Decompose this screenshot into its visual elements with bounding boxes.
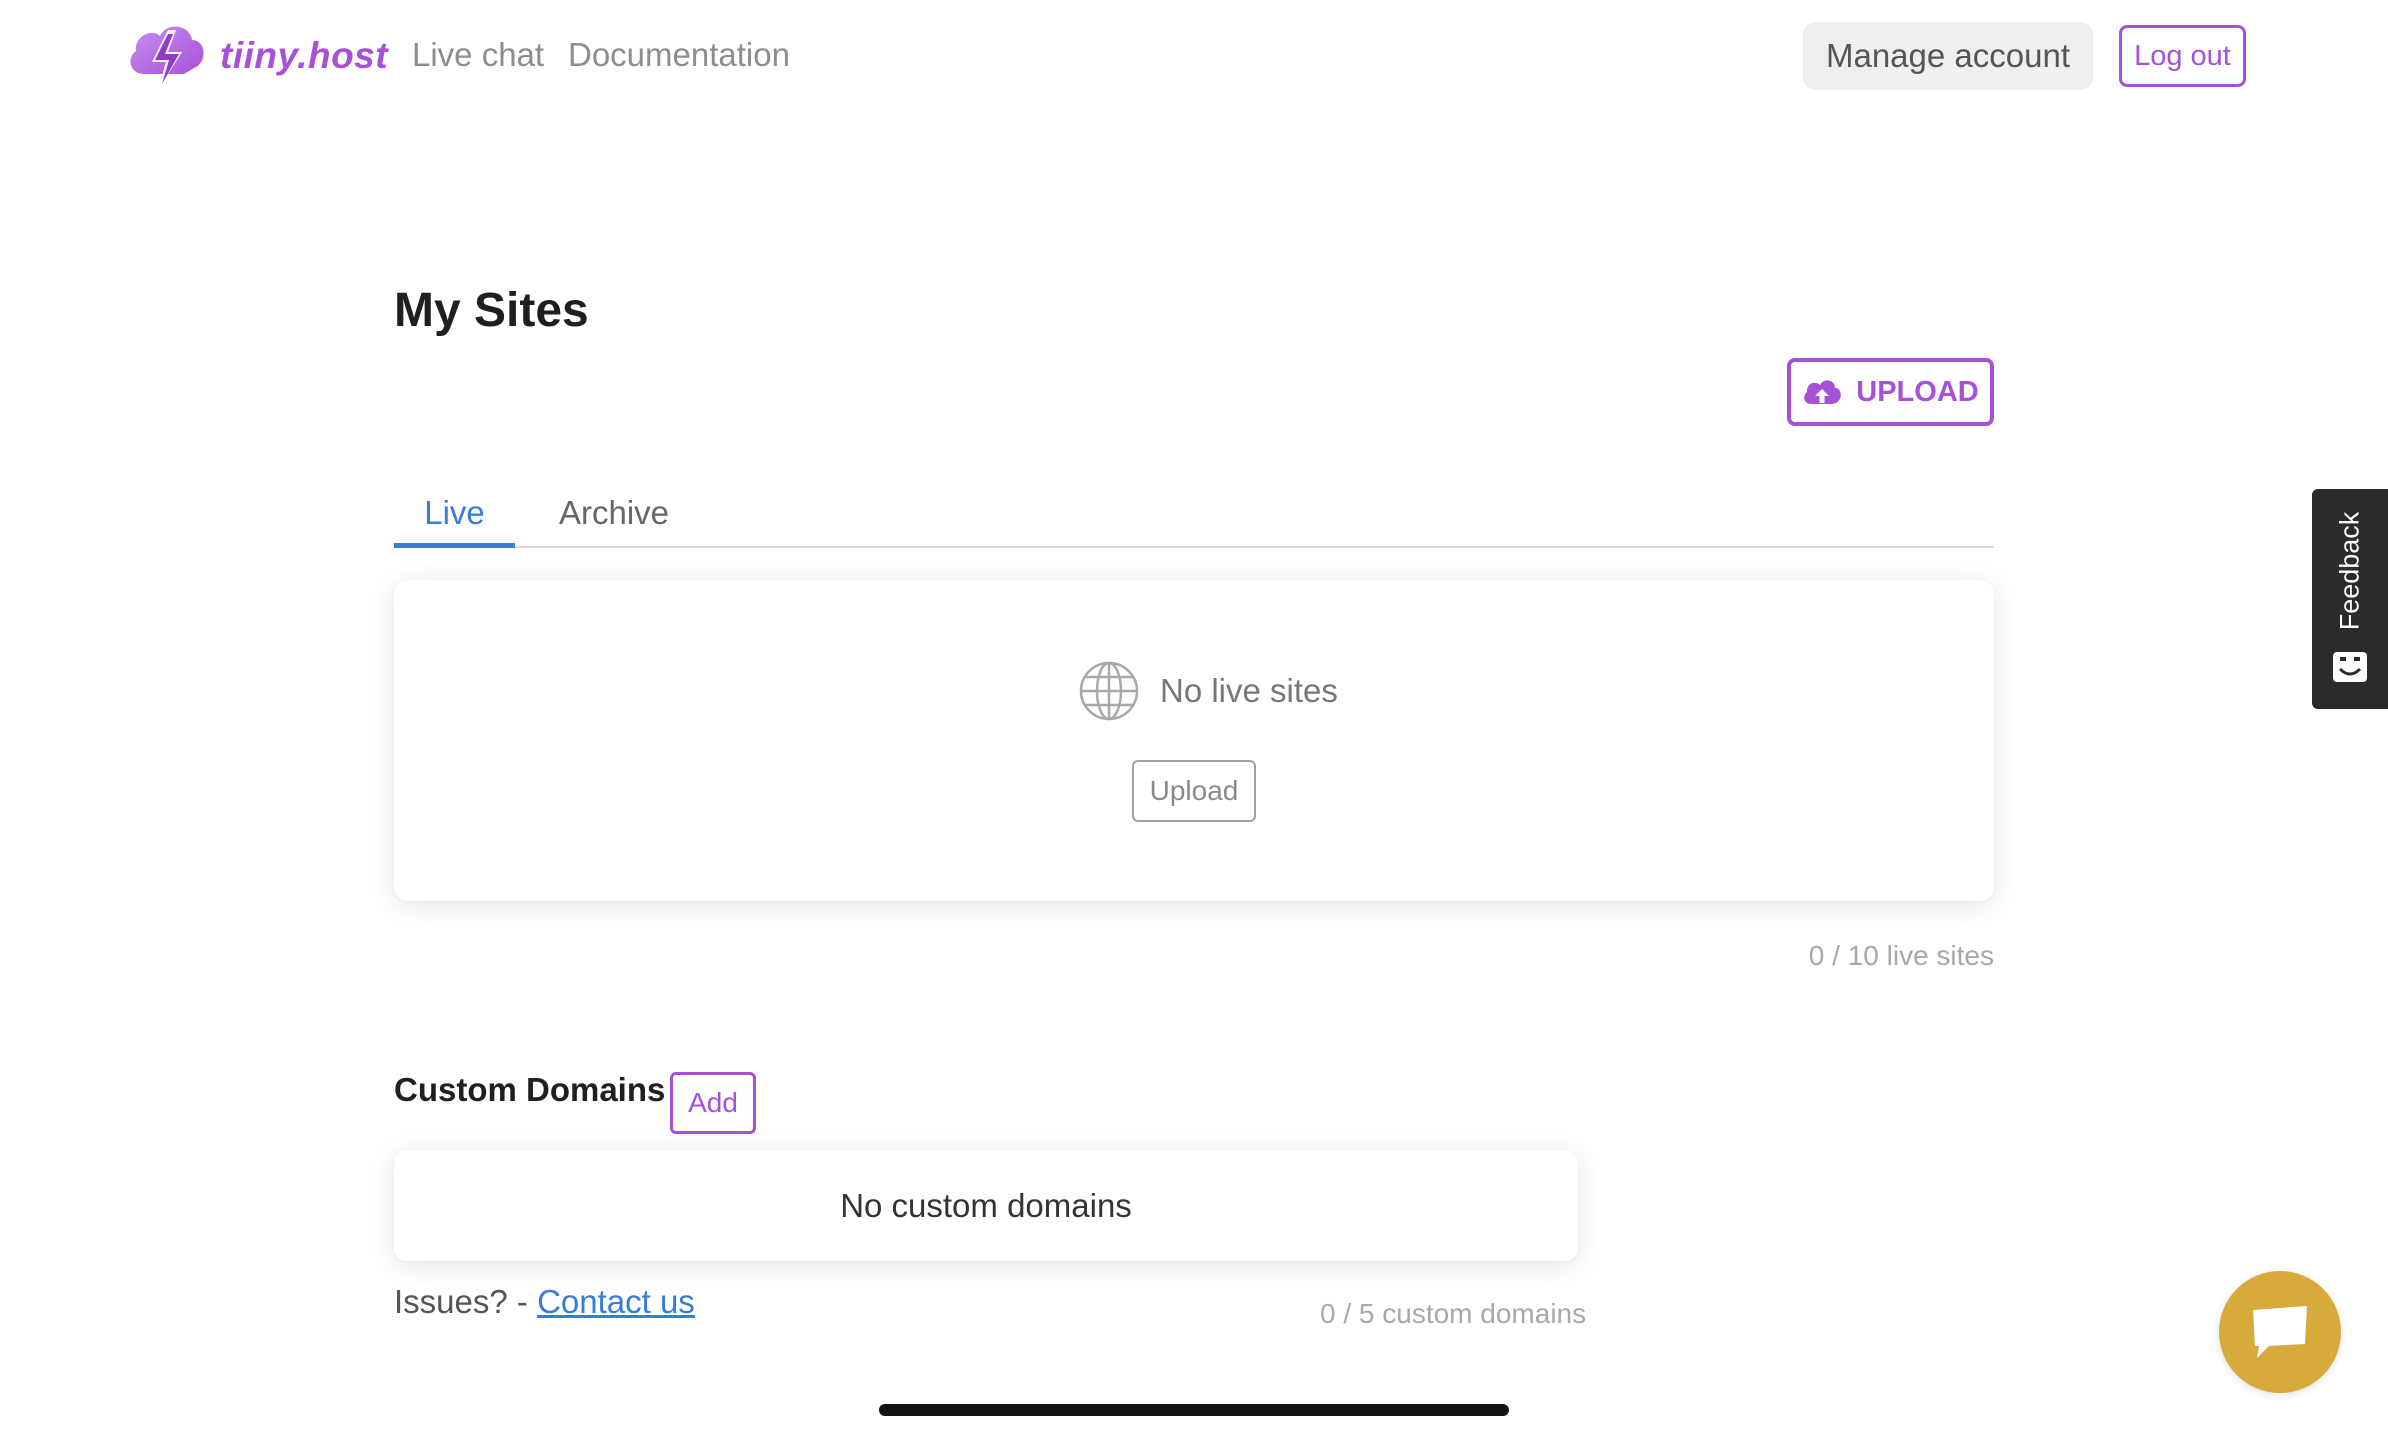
cloud-lightning-icon <box>130 26 204 90</box>
logo[interactable]: tiiny.host <box>124 18 388 94</box>
feedback-tab[interactable]: Feedback <box>2312 489 2388 709</box>
upload-button-label: UPLOAD <box>1856 375 1979 408</box>
site-tabs: Live Archive <box>394 472 1994 548</box>
no-custom-domains-text: No custom domains <box>840 1186 1132 1224</box>
home-indicator <box>879 1404 1509 1416</box>
custom-domains-count: 0 / 5 custom domains <box>1320 1298 1587 1329</box>
globe-icon <box>1079 661 1139 721</box>
logo-text: tiiny.host <box>220 35 389 76</box>
contact-us-link[interactable]: Contact us <box>537 1283 695 1320</box>
live-sites-card: No live sites Upload <box>394 580 1994 901</box>
smiley-icon <box>2333 652 2367 682</box>
chat-button[interactable] <box>2219 1271 2341 1393</box>
feedback-label: Feedback <box>2334 511 2365 631</box>
no-live-sites-text: No live sites <box>1160 672 1338 709</box>
custom-domains-title: Custom Domains <box>394 1071 666 1108</box>
logout-button[interactable]: Log out <box>2119 25 2246 87</box>
cloud-upload-icon <box>1804 380 1842 404</box>
chat-bubble-icon <box>2253 1306 2307 1358</box>
issues-line: Issues? - Contact us <box>394 1283 695 1321</box>
tab-live[interactable]: Live <box>394 482 515 548</box>
nav-documentation[interactable]: Documentation <box>568 36 790 74</box>
page-title: My Sites <box>394 284 589 337</box>
tab-archive[interactable]: Archive <box>539 482 689 548</box>
issues-text: Issues? - <box>394 1283 538 1320</box>
add-domain-button[interactable]: Add <box>670 1072 756 1134</box>
manage-account-button[interactable]: Manage account <box>1803 22 2093 90</box>
page: tiiny.host Live chat Documentation Manag… <box>0 0 2388 1432</box>
custom-domains-card: No custom domains <box>394 1150 1578 1261</box>
nav-live-chat[interactable]: Live chat <box>412 36 544 74</box>
upload-button[interactable]: UPLOAD <box>1787 358 1994 426</box>
empty-upload-button[interactable]: Upload <box>1132 760 1256 822</box>
empty-state: No live sites <box>1078 660 1338 722</box>
live-sites-count: 0 / 10 live sites <box>1808 940 1994 971</box>
